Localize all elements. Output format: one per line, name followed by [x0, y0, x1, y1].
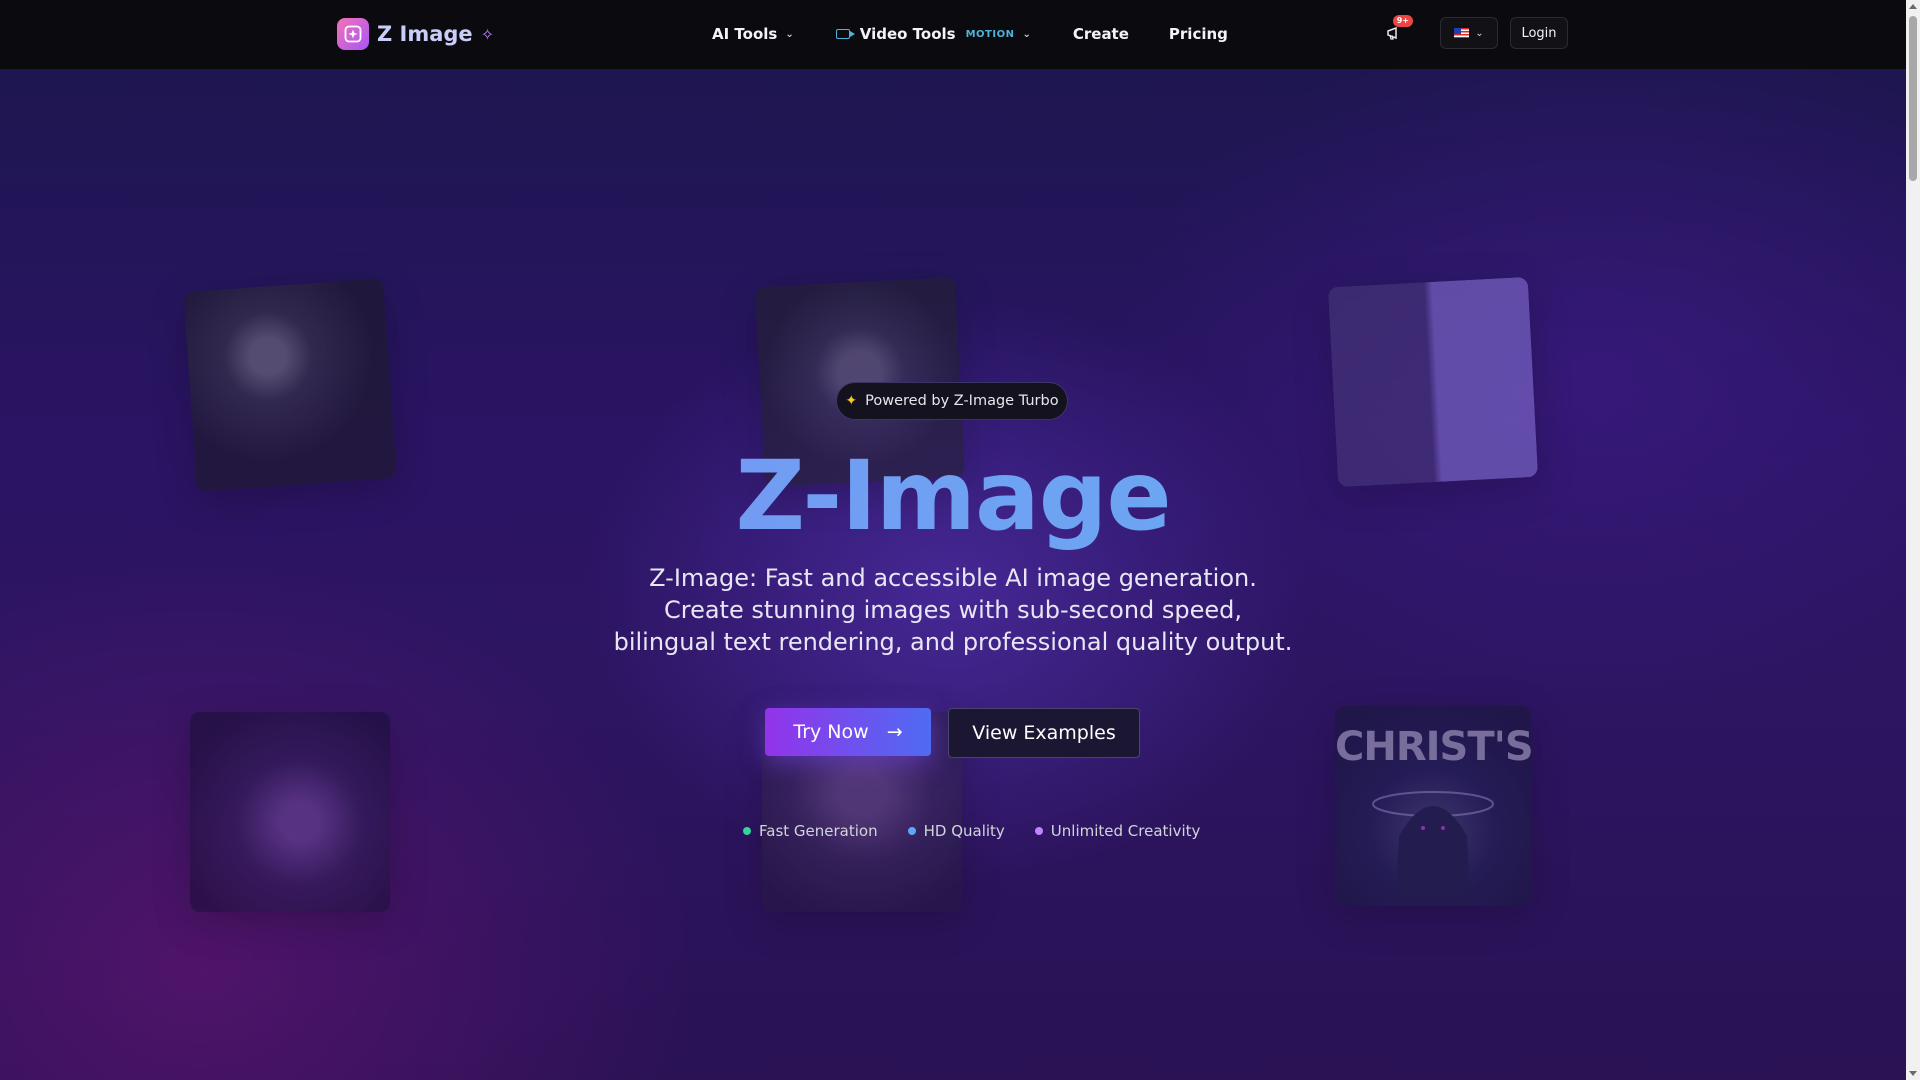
page-scrollbar[interactable]: [1906, 0, 1920, 1080]
language-selector[interactable]: ⌄: [1440, 17, 1498, 49]
login-button[interactable]: Login: [1510, 17, 1568, 49]
chevron-down-icon: ⌄: [1022, 28, 1031, 40]
nav-create[interactable]: Create: [1073, 25, 1129, 43]
feature-label: HD Quality: [923, 822, 1005, 840]
chevron-down-icon: ⌄: [1475, 27, 1484, 39]
hoodie-figure-icon: [1372, 791, 1494, 906]
feature-item: Fast Generation: [743, 822, 878, 840]
scrollbar-thumb[interactable]: [1909, 16, 1917, 181]
subtitle-line: Create stunning images with sub-second s…: [663, 596, 1243, 624]
nav-actions: 9+ ⌄ Login: [1380, 15, 1568, 49]
powered-by-badge: ✦ Powered by Z-Image Turbo: [836, 382, 1068, 420]
sparkle-icon: ✧: [480, 24, 495, 44]
nav-video-tools[interactable]: Video Tools MOTION ⌄: [835, 25, 1031, 43]
feature-item: Unlimited Creativity: [1034, 822, 1201, 840]
sparkle-icon: ✦: [845, 393, 858, 409]
feature-list: Fast Generation HD Quality Unlimited Cre…: [743, 822, 1200, 840]
gallery-image-night-girl: [190, 712, 390, 912]
feature-label: Fast Generation: [759, 822, 878, 840]
nav-pricing[interactable]: Pricing: [1169, 25, 1228, 43]
scroll-down-icon[interactable]: [1909, 1071, 1917, 1076]
arrow-right-icon: →: [886, 721, 903, 743]
top-navbar: Z Image ✧ AI Tools ⌄ Video Tools MOTION …: [0, 0, 1906, 70]
scroll-up-icon[interactable]: [1909, 4, 1917, 9]
subtitle-line: Z-Image: Fast and accessible AI image ge…: [649, 564, 1257, 592]
purple-dot-icon: [1034, 827, 1043, 835]
notifications-button[interactable]: 9+: [1380, 15, 1413, 48]
try-now-label: Try Now: [793, 721, 869, 743]
nav-ai-tools-label: AI Tools: [712, 25, 778, 43]
chevron-down-icon: ⌄: [785, 28, 794, 40]
main-nav: AI Tools ⌄ Video Tools MOTION ⌄ Create P…: [712, 0, 1228, 68]
hero-subtitle: Z-Image: Fast and accessible AI image ge…: [560, 562, 1346, 658]
view-examples-button[interactable]: View Examples: [948, 708, 1140, 758]
hero-title: Z-Image: [0, 440, 1906, 552]
notification-badge: 9+: [1392, 15, 1413, 27]
blue-dot-icon: [907, 827, 916, 835]
feature-item: HD Quality: [907, 822, 1005, 840]
feature-label: Unlimited Creativity: [1050, 822, 1201, 840]
motion-tag: MOTION: [965, 28, 1015, 40]
try-now-button[interactable]: Try Now →: [765, 708, 931, 756]
nav-ai-tools[interactable]: AI Tools ⌄: [712, 25, 794, 43]
powered-by-text: Powered by Z-Image Turbo: [865, 393, 1059, 409]
nav-create-label: Create: [1072, 25, 1129, 43]
green-dot-icon: [743, 827, 751, 835]
brand-name: Z Image: [377, 22, 473, 46]
gallery-image-hoodie: CHRIST'SON: [1335, 706, 1531, 906]
nav-video-tools-label: Video Tools: [859, 25, 956, 43]
subtitle-line: bilingual text rendering, and profession…: [613, 628, 1293, 656]
nav-pricing-label: Pricing: [1168, 25, 1228, 43]
megaphone-icon: [1387, 26, 1397, 40]
brand-logo[interactable]: Z Image ✧: [337, 18, 494, 50]
logo-mark-icon: [337, 18, 369, 50]
video-camera-icon: [835, 29, 855, 39]
us-flag-icon: [1454, 28, 1470, 38]
